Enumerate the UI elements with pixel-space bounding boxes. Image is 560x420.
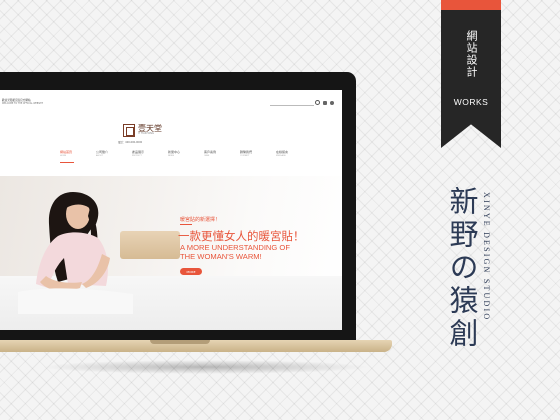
hero-banner: 暖宮貼的新選擇！ 一款更懂女人的暖宮貼！ A MORE UNDERSTANDIN… xyxy=(0,176,342,330)
hero-title-en-line1: A MORE UNDERSTANDING OF xyxy=(180,243,290,252)
nav-label: 聯繫我們 xyxy=(240,150,253,154)
nav-item-home[interactable]: 網站首頁 HOME xyxy=(60,150,80,163)
nav-label: 新聞中心 xyxy=(168,150,181,154)
site-logo-subtitle: YI TIAN TANG xyxy=(138,132,154,135)
hero-woman-image xyxy=(18,192,133,314)
search-icon[interactable] xyxy=(315,100,320,105)
nav-sublabel: MESSAGE xyxy=(276,155,286,157)
menu-icon[interactable] xyxy=(323,101,327,105)
search-input[interactable] xyxy=(270,101,314,106)
brand-name-en: XINYE DESIGN STUDIO xyxy=(482,192,491,322)
badge-title: 網站設計 xyxy=(465,30,478,78)
site-nav: 網站首頁 HOME 公司簡介 ABOUT 產品展示 PRODUCT 新聞中心 N… xyxy=(60,150,296,163)
site-logo-icon[interactable] xyxy=(123,124,135,137)
nav-sublabel: PRODUCT xyxy=(132,155,142,157)
user-icon[interactable] xyxy=(330,101,334,105)
nav-item-message[interactable]: 在線留言 MESSAGE xyxy=(276,150,296,160)
hero-title: 一款更懂女人的暖宮貼！ xyxy=(178,229,305,243)
nav-item-about[interactable]: 公司簡介 ABOUT xyxy=(96,150,116,160)
laptop-screen: 歡迎光臨暖宮貼官方網站 WELCOME TO THE OFFICIAL WEBS… xyxy=(0,90,342,330)
hero-kicker: 暖宮貼的新選擇！ xyxy=(180,217,221,223)
nav-sublabel: NEWS xyxy=(168,155,175,157)
badge-subtitle: WORKS xyxy=(453,97,489,107)
site-contact: 電話：400-000-0000 xyxy=(118,141,143,144)
badge-accent-stripe xyxy=(441,0,501,10)
hero-kicker-underline xyxy=(180,224,192,225)
brand-name-cn: 新野の猿創 xyxy=(445,186,479,351)
nav-label: 產品展示 xyxy=(132,150,145,154)
nav-label: 在線留言 xyxy=(276,150,289,154)
nav-item-news[interactable]: 新聞中心 NEWS xyxy=(168,150,188,160)
nav-sublabel: ABOUT xyxy=(96,155,103,157)
nav-sublabel: CASE xyxy=(204,155,210,157)
nav-item-product[interactable]: 產品展示 PRODUCT xyxy=(132,150,152,160)
nav-sublabel: CONTACT xyxy=(240,155,250,157)
nav-item-case[interactable]: 客戶案例 CASE xyxy=(204,150,224,160)
nav-label: 網站首頁 xyxy=(60,150,73,154)
site-topbar: 歡迎光臨暖宮貼官方網站 WELCOME TO THE OFFICIAL WEBS… xyxy=(0,95,342,109)
nav-label: 公司簡介 xyxy=(96,150,109,154)
more-button[interactable]: MORE xyxy=(180,268,202,275)
works-badge: 網站設計 WORKS xyxy=(441,0,501,148)
nav-item-contact[interactable]: 聯繫我們 CONTACT xyxy=(240,150,260,160)
topbar-welcome-en: WELCOME TO THE OFFICIAL WEBSITE xyxy=(2,102,44,105)
laptop-notch xyxy=(150,340,210,344)
hero-title-en-line2: THE WOMAN'S WARM! xyxy=(180,252,262,261)
nav-sublabel: HOME xyxy=(60,155,67,157)
laptop-shadow xyxy=(40,360,370,374)
nav-label: 客戶案例 xyxy=(204,150,217,154)
